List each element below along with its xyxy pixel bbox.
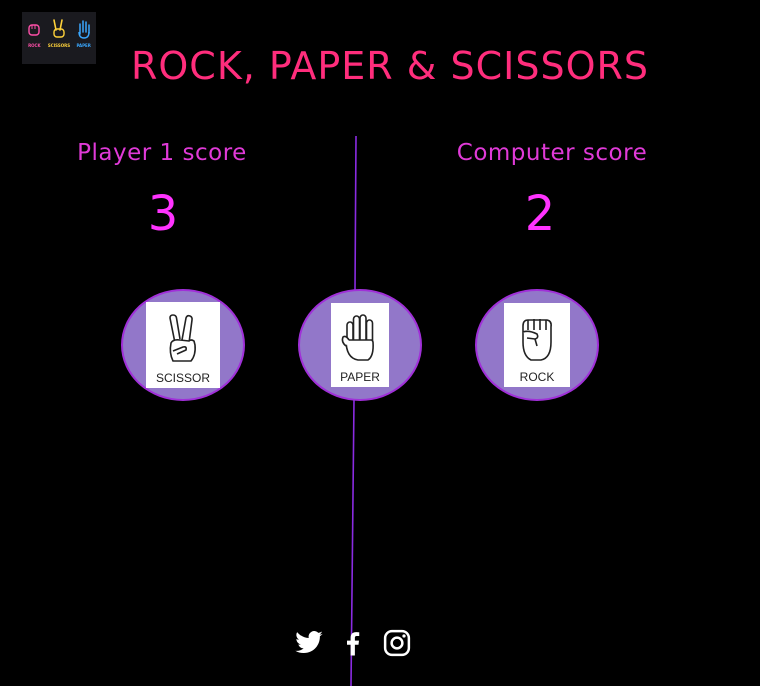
instagram-link[interactable] bbox=[382, 628, 412, 658]
rock-fist-icon bbox=[522, 319, 552, 361]
facebook-link[interactable] bbox=[338, 628, 368, 658]
twitter-link[interactable] bbox=[294, 628, 324, 658]
scissor-choice-button[interactable]: SCISSOR bbox=[121, 289, 245, 401]
rock-card: ROCK bbox=[504, 303, 570, 387]
player-score-value: 3 bbox=[147, 186, 179, 242]
paper-label: PAPER bbox=[340, 370, 380, 384]
rock-choice-button[interactable]: ROCK bbox=[475, 289, 599, 401]
instagram-icon bbox=[383, 629, 411, 657]
facebook-icon bbox=[347, 632, 360, 656]
player-score-label: Player 1 score bbox=[77, 140, 247, 166]
twitter-icon bbox=[295, 631, 323, 654]
scissor-hand-icon bbox=[169, 314, 196, 362]
rock-label: ROCK bbox=[519, 370, 555, 384]
computer-score-value: 2 bbox=[524, 186, 556, 242]
scissor-card: SCISSOR bbox=[146, 302, 220, 388]
paper-choice-button[interactable]: PAPER bbox=[298, 289, 422, 401]
scissor-label: SCISSOR bbox=[155, 371, 210, 385]
paper-card: PAPER bbox=[331, 303, 389, 387]
paper-hand-icon bbox=[341, 314, 374, 361]
computer-score-label: Computer score bbox=[456, 140, 648, 166]
social-links bbox=[294, 628, 426, 658]
